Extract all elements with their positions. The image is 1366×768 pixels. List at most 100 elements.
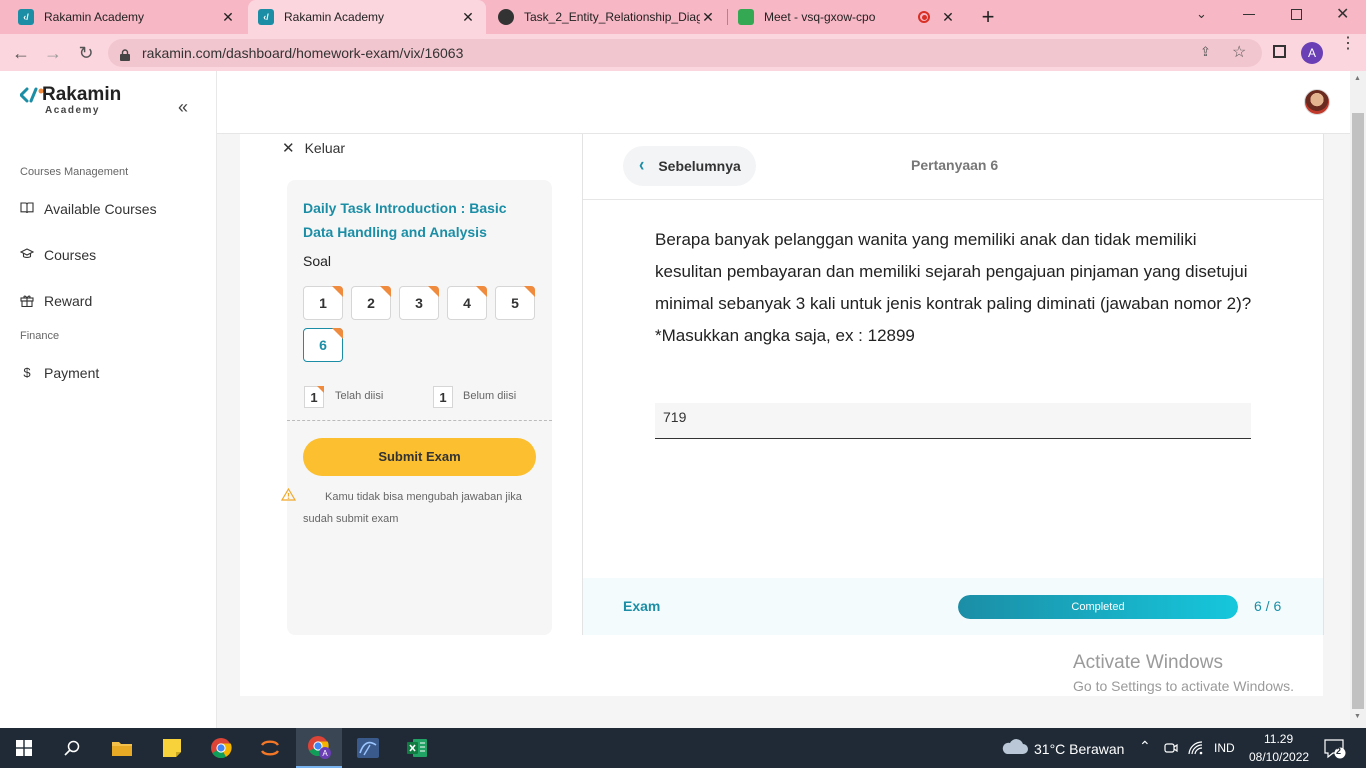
bookmark-star-icon[interactable]: ☆ xyxy=(1232,42,1246,62)
scroll-up-icon[interactable]: ▲ xyxy=(1354,75,1361,82)
profile-avatar[interactable]: A xyxy=(1301,42,1323,64)
sidebar-item-payment[interactable]: $ Payment xyxy=(20,365,99,381)
search-icon[interactable] xyxy=(50,728,94,768)
browser-tab-4[interactable]: Meet - vsq-gxow-cpo ✕ xyxy=(728,0,966,34)
question-panel: ‹ Sebelumnya Pertanyaan 6 Berapa banyak … xyxy=(582,134,1324,635)
clock-date[interactable]: 08/10/2022 xyxy=(1249,750,1309,764)
notification-center-icon[interactable] xyxy=(1324,739,1346,764)
section-finance: Finance xyxy=(20,330,60,342)
question-button-5[interactable]: 5 xyxy=(495,286,535,320)
close-tab-icon[interactable]: ✕ xyxy=(940,9,956,26)
close-tab-icon[interactable]: ✕ xyxy=(700,9,716,26)
forward-arrow-icon[interactable]: → xyxy=(42,42,64,64)
previous-button[interactable]: ‹ Sebelumnya xyxy=(623,146,756,186)
dollar-icon: $ xyxy=(23,365,31,380)
question-button-4[interactable]: 4 xyxy=(447,286,487,320)
chrome-icon[interactable] xyxy=(199,728,243,768)
sidebar-item-label: Payment xyxy=(44,365,100,381)
windows-start-icon[interactable] xyxy=(2,728,46,768)
sidebar-item-available-courses[interactable]: Available Courses xyxy=(20,201,157,217)
meet-tray-icon[interactable] xyxy=(1164,741,1178,760)
window-close-icon[interactable]: ✕ xyxy=(1336,4,1349,24)
address-bar[interactable]: rakamin.com/dashboard/homework-exam/vix/… xyxy=(108,39,1262,67)
watermark-line2: Go to Settings to activate Windows. xyxy=(1073,678,1294,694)
user-avatar[interactable] xyxy=(1304,89,1330,115)
progress-footer: Exam Completed 6 / 6 xyxy=(583,578,1323,635)
browser-menu-icon[interactable]: ⋮ xyxy=(1340,36,1356,52)
question-button-3[interactable]: 3 xyxy=(399,286,439,320)
file-explorer-icon[interactable] xyxy=(100,728,144,768)
question-number: 6 xyxy=(319,337,327,353)
chevron-left-icon: ‹ xyxy=(639,155,645,176)
scrollbar-thumb[interactable] xyxy=(1352,113,1364,709)
answered-marker xyxy=(428,286,439,297)
divider xyxy=(287,420,552,421)
weather-text[interactable]: 31°C Berawan xyxy=(1034,741,1124,757)
chrome-profile-icon[interactable]: A xyxy=(296,728,342,768)
jupyter-icon[interactable] xyxy=(248,728,292,768)
restore-icon[interactable] xyxy=(1291,9,1302,20)
side-panel-icon[interactable] xyxy=(1273,45,1286,58)
legend-empty-box: 1 xyxy=(433,386,453,408)
book-icon xyxy=(20,202,34,216)
exam-card: ✕ Keluar Daily Task Introduction : Basic… xyxy=(240,134,1324,696)
answered-marker xyxy=(317,386,324,393)
tab-search-chevron-icon[interactable]: ⌄ xyxy=(1196,6,1207,22)
mysql-workbench-icon[interactable] xyxy=(346,728,390,768)
question-navigator-panel: Daily Task Introduction : Basic Data Han… xyxy=(280,180,552,635)
close-tab-icon[interactable]: ✕ xyxy=(220,9,236,26)
progress-label: Completed xyxy=(1071,601,1125,613)
weather-icon[interactable] xyxy=(1000,738,1028,761)
section-courses-management: Courses Management xyxy=(20,166,129,178)
back-arrow-icon[interactable]: ← xyxy=(10,42,32,64)
question-button-6-current[interactable]: 6 xyxy=(303,328,343,362)
question-header: Pertanyaan 6 xyxy=(911,157,999,173)
sidebar: Rakamin Academy « Courses Management Ava… xyxy=(0,71,217,728)
wifi-icon[interactable] xyxy=(1188,741,1204,760)
question-number: 3 xyxy=(415,295,423,311)
answer-input[interactable]: 719 xyxy=(655,403,1251,439)
tab-title: Meet - vsq-gxow-cpo xyxy=(764,10,876,24)
watermark-line1: Activate Windows xyxy=(1073,652,1223,673)
header-divider xyxy=(583,199,1323,200)
chevron-up-icon[interactable]: ⌃ xyxy=(1139,738,1151,755)
progress-bar: Completed xyxy=(958,595,1238,619)
exit-button[interactable]: ✕ Keluar xyxy=(282,139,345,157)
sidebar-item-courses[interactable]: Courses xyxy=(19,247,96,263)
question-button-2[interactable]: 2 xyxy=(351,286,391,320)
excel-icon[interactable] xyxy=(395,728,439,768)
soal-label: Soal xyxy=(303,253,332,269)
submit-exam-button[interactable]: Submit Exam xyxy=(303,438,536,476)
rakamin-logo[interactable]: Rakamin Academy xyxy=(20,85,121,116)
question-button-1[interactable]: 1 xyxy=(303,286,343,320)
tab-title: Rakamin Academy xyxy=(44,10,145,24)
legend-empty-label: Belum diisi xyxy=(463,390,517,402)
question-text: Berapa banyak pelanggan wanita yang memi… xyxy=(655,230,1252,345)
sidebar-item-label: Reward xyxy=(44,293,93,309)
browser-tab-1[interactable]: ‹/ Rakamin Academy ✕ xyxy=(8,0,246,34)
answered-marker xyxy=(380,286,391,297)
clock-time[interactable]: 11.29 xyxy=(1264,732,1293,746)
page-scrollbar[interactable]: ▲ ▼ xyxy=(1350,71,1366,728)
url-text: rakamin.com/dashboard/homework-exam/vix/… xyxy=(142,45,464,61)
sticky-notes-icon[interactable] xyxy=(150,728,194,768)
main-content: ✕ Keluar Daily Task Introduction : Basic… xyxy=(217,134,1350,728)
warning-text: Kamu tidak bisa mengubah jawaban jika su… xyxy=(303,491,522,525)
language-indicator[interactable]: IND xyxy=(1214,741,1235,755)
share-icon[interactable]: ⇪ xyxy=(1200,44,1211,60)
logo-sub-text: Academy xyxy=(45,105,100,116)
tab-title: Rakamin Academy xyxy=(284,10,385,24)
browser-tab-3[interactable]: Task_2_Entity_Relationship_Diagr ✕ xyxy=(488,0,726,34)
minimize-icon[interactable] xyxy=(1243,14,1255,15)
sidebar-item-reward[interactable]: Reward xyxy=(20,293,92,309)
page: Rakamin Academy « Courses Management Ava… xyxy=(0,71,1350,728)
close-tab-icon[interactable]: ✕ xyxy=(460,9,476,26)
collapse-sidebar-icon[interactable]: « xyxy=(178,97,188,118)
new-tab-button[interactable]: + xyxy=(976,4,1000,30)
legend-empty-count: 1 xyxy=(439,390,447,405)
question-number: 4 xyxy=(463,295,471,311)
rakamin-favicon-icon: ‹/ xyxy=(258,9,274,25)
scroll-down-icon[interactable]: ▼ xyxy=(1354,713,1361,720)
reload-icon[interactable]: ↻ xyxy=(75,42,97,64)
browser-tab-2-active[interactable]: ‹/ Rakamin Academy ✕ xyxy=(248,0,486,34)
